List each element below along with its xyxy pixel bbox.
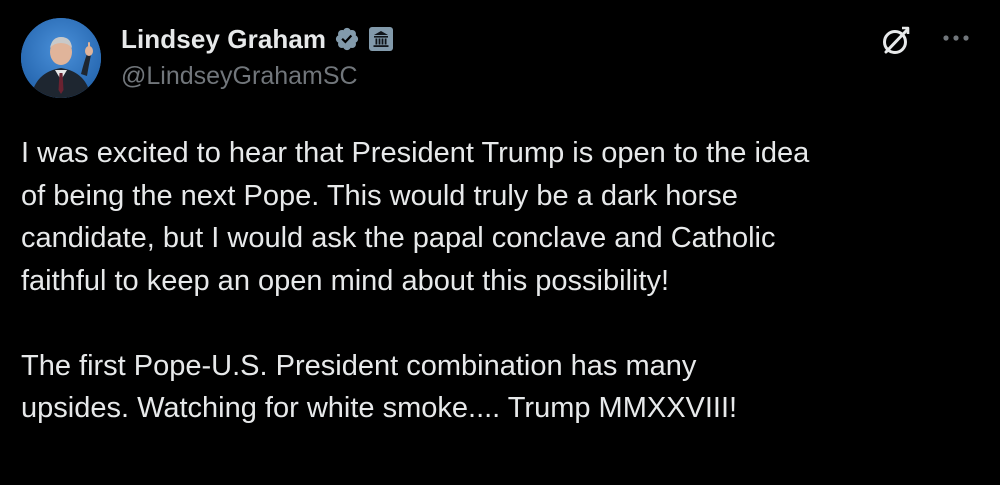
tweet-line: I was excited to hear that President Tru…	[21, 137, 810, 169]
tweet-line: The first Pope-U.S. President combinatio…	[21, 349, 697, 382]
tweet-line: faithful to keep an open mind about this…	[21, 264, 670, 297]
verified-badge-icon[interactable]	[334, 26, 360, 52]
author-handle[interactable]: @LindseyGrahamSC	[121, 62, 358, 91]
tweet-line: candidate, but I would ask the papal con…	[21, 222, 776, 254]
author-name-row: Lindsey Graham	[121, 22, 394, 56]
government-building-icon[interactable]	[368, 26, 394, 52]
grok-slash-circle-icon[interactable]	[878, 24, 912, 58]
more-dots-icon[interactable]	[940, 26, 974, 50]
tweet-line: of being the next Pope. This would truly…	[21, 179, 738, 212]
paragraph-break	[21, 302, 981, 345]
avatar-image	[21, 18, 101, 98]
author-display-name[interactable]: Lindsey Graham	[121, 24, 326, 55]
tweet-text: I was excited to hear that President Tru…	[21, 132, 981, 430]
tweet-line: upsides. Watching for white smoke.... Tr…	[21, 392, 738, 424]
tweet-post: Lindsey Graham @LindseyGrahamSC I was ex…	[0, 0, 1000, 485]
avatar[interactable]	[21, 18, 101, 98]
